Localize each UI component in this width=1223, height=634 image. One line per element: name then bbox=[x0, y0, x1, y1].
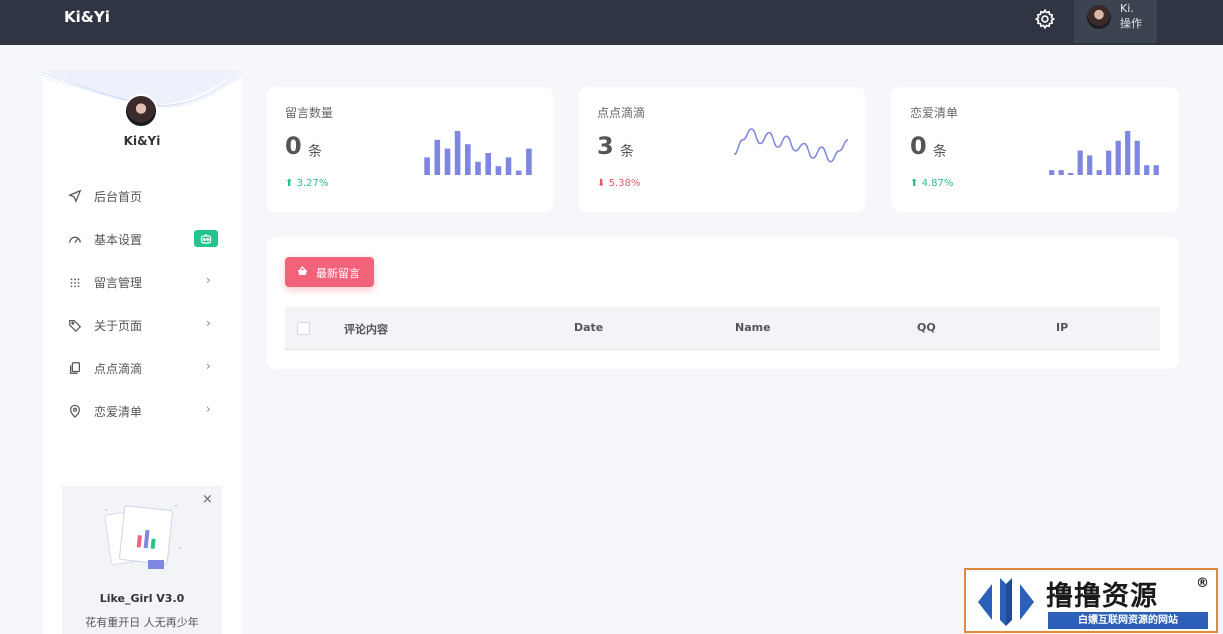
stat-trend-value: 4.87% bbox=[921, 178, 954, 189]
column-header-content[interactable]: 评论内容 bbox=[344, 321, 388, 337]
spark-bar bbox=[1068, 173, 1074, 175]
brand-title[interactable]: Ki&Yi bbox=[64, 8, 110, 26]
button-label: 最新留言 bbox=[316, 267, 360, 280]
latest-messages-button[interactable]: 最新留言 bbox=[285, 257, 374, 287]
watermark-title: 撸撸资源 bbox=[1046, 581, 1158, 612]
spark-bar bbox=[475, 161, 481, 175]
spark-bar bbox=[515, 170, 522, 175]
sidebar-item-dashboard[interactable]: 后台首页 bbox=[42, 181, 242, 211]
spark-bar bbox=[424, 157, 430, 175]
spark-bar bbox=[1106, 150, 1112, 175]
chevron-right-icon: › bbox=[206, 359, 211, 373]
user-action[interactable]: 操作 bbox=[1120, 15, 1142, 31]
spark-bar bbox=[1077, 150, 1083, 175]
spark-bar bbox=[1087, 155, 1093, 175]
sidebar-item-label: 恋爱清单 bbox=[94, 405, 143, 419]
profile-avatar bbox=[124, 94, 158, 128]
spark-line bbox=[733, 128, 849, 163]
gear-icon[interactable] bbox=[1034, 8, 1056, 30]
stat-label: 留言数量 bbox=[285, 106, 334, 120]
sparkline-bar-chart bbox=[424, 131, 532, 175]
spark-bar bbox=[505, 157, 512, 175]
registered-mark: ® bbox=[1196, 576, 1209, 591]
stat-trend: ⬇ 5.38% bbox=[597, 178, 641, 189]
robot-icon bbox=[194, 230, 218, 247]
stat-value: 0 bbox=[285, 132, 302, 160]
promo-title: Like_Girl V3.0 bbox=[99, 592, 185, 605]
chevron-right-icon: › bbox=[206, 273, 211, 287]
sidebar-item-moments[interactable]: 点点滴滴 › bbox=[42, 353, 242, 383]
table-header: 评论内容 Date Name QQ IP bbox=[285, 307, 1160, 350]
watermark-subtitle: 白嫖互联网资源的网站 bbox=[1048, 612, 1208, 629]
navigation-icon bbox=[68, 189, 82, 203]
stat-trend: ⬆ 3.27% bbox=[285, 178, 329, 189]
column-header-name[interactable]: Name bbox=[735, 321, 771, 334]
sidebar-item-about[interactable]: 关于页面 › bbox=[42, 310, 242, 340]
stat-label: 恋爱清单 bbox=[910, 106, 959, 120]
column-header-date[interactable]: Date bbox=[574, 321, 603, 334]
sidebar-item-messages[interactable]: 留言管理 › bbox=[42, 267, 242, 297]
sparkline-bar-chart bbox=[1049, 131, 1159, 175]
spark-bar bbox=[1058, 170, 1064, 175]
sidebar-item-label: 点点滴滴 bbox=[94, 362, 143, 376]
stat-trend-value: 3.27% bbox=[296, 178, 329, 189]
basket-icon bbox=[298, 266, 307, 275]
gauge-icon bbox=[69, 236, 81, 243]
sidebar-item-settings[interactable]: 基本设置 bbox=[42, 224, 242, 254]
sidebar-item-label: 关于页面 bbox=[94, 319, 143, 333]
spark-bar bbox=[465, 144, 471, 175]
sidebar-item-label: 留言管理 bbox=[94, 276, 143, 290]
spark-bar bbox=[1153, 165, 1159, 175]
user-menu[interactable]: Ki. 操作 bbox=[1074, 0, 1157, 43]
stat-value: 0 bbox=[910, 132, 927, 160]
spark-bar bbox=[485, 153, 491, 175]
profile-name: Ki&Yi bbox=[123, 134, 161, 148]
user-name: Ki. bbox=[1120, 2, 1134, 15]
spark-bar bbox=[1134, 140, 1140, 175]
spark-bar bbox=[454, 131, 461, 175]
spark-bar bbox=[1049, 170, 1055, 175]
document-chart-illustration bbox=[104, 505, 181, 569]
stat-value: 3 bbox=[597, 132, 614, 160]
grid-icon bbox=[70, 278, 80, 288]
spark-bar bbox=[1144, 165, 1150, 175]
sparkline-line-chart bbox=[733, 128, 849, 163]
promo-card: × Like_Girl V3.0 花有重开日 人无再少年 bbox=[62, 486, 222, 634]
sidebar-item-label: 后台首页 bbox=[94, 190, 143, 204]
avatar bbox=[1087, 5, 1111, 29]
stat-card-messages: 留言数量 0 条 ⬆ 3.27% bbox=[266, 87, 554, 212]
spark-bar bbox=[1096, 170, 1102, 175]
sidebar-item-love-list[interactable]: 恋爱清单 › bbox=[42, 396, 242, 426]
tag-icon bbox=[69, 320, 82, 332]
spark-bar bbox=[1115, 140, 1121, 175]
stat-unit: 条 bbox=[620, 144, 634, 160]
stat-trend-value: 5.38% bbox=[608, 178, 641, 189]
spark-bar bbox=[526, 148, 532, 175]
promo-subtitle: 花有重开日 人无再少年 bbox=[85, 616, 199, 629]
select-all-checkbox[interactable] bbox=[297, 322, 310, 335]
stat-card-love-list: 恋爱清单 0 条 ⬆ 4.87% bbox=[891, 87, 1179, 212]
spark-bar bbox=[434, 139, 441, 175]
stat-unit: 条 bbox=[308, 144, 322, 160]
column-header-ip[interactable]: IP bbox=[1056, 321, 1068, 334]
spark-bar bbox=[495, 166, 502, 175]
location-pin-icon bbox=[70, 404, 80, 418]
messages-table-card: 最新留言 评论内容 Date Name QQ IP bbox=[266, 237, 1179, 369]
close-icon[interactable]: × bbox=[202, 492, 213, 507]
stat-unit: 条 bbox=[933, 144, 947, 160]
watermark-logo: 撸撸资源 ® 白嫖互联网资源的网站 bbox=[964, 568, 1218, 633]
stat-label: 点点滴滴 bbox=[597, 106, 646, 120]
logo-icon bbox=[978, 578, 1034, 626]
copy-icon bbox=[70, 362, 80, 374]
column-header-qq[interactable]: QQ bbox=[917, 321, 936, 334]
stat-card-moments: 点点滴滴 3 条 ⬇ 5.38% bbox=[578, 87, 866, 212]
sidebar: Ki&Yi 后台首页 基本设置 留言管理 › 关于页面 › 点点滴滴 › 恋爱清… bbox=[42, 70, 242, 634]
spark-bar bbox=[1125, 131, 1131, 175]
chevron-right-icon: › bbox=[206, 402, 211, 416]
sidebar-item-label: 基本设置 bbox=[94, 233, 143, 247]
stat-trend: ⬆ 4.87% bbox=[910, 178, 954, 189]
chevron-right-icon: › bbox=[206, 316, 211, 330]
spark-bar bbox=[444, 148, 451, 175]
top-bar: Ki&Yi Ki. 操作 bbox=[0, 0, 1223, 45]
